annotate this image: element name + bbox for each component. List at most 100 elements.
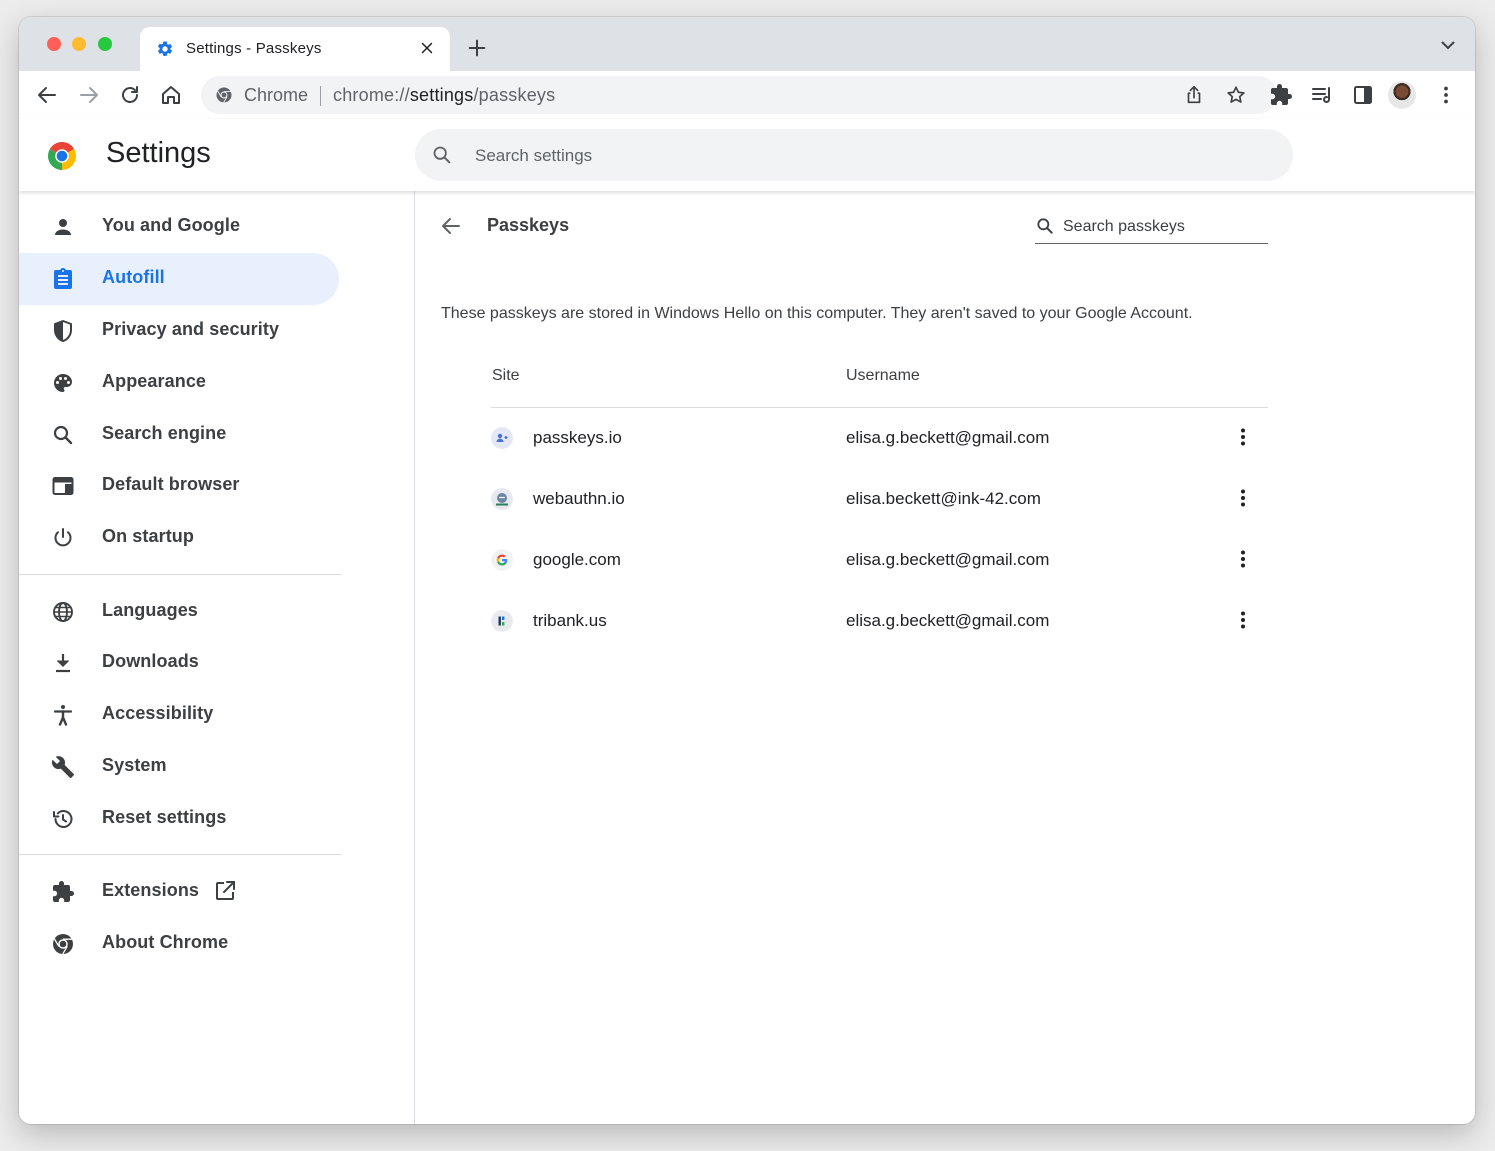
passkeys-title: Passkeys — [487, 215, 570, 235]
table-row: webauthn.io elisa.beckett@ink-42.com — [491, 470, 1268, 530]
sidebar-item-label: Search engine — [102, 423, 227, 443]
column-header-site: Site — [492, 367, 520, 384]
passkey-site: passkeys.io — [533, 428, 622, 447]
sidebar-item-label: Downloads — [102, 651, 199, 671]
sidebar-item-system[interactable]: System — [19, 741, 339, 793]
new-tab-icon[interactable] — [466, 37, 488, 59]
sidebar-item-label: You and Google — [102, 215, 241, 235]
passkeys-page: Passkeys These passkeys are stored in Wi… — [414, 191, 1296, 1124]
shield-icon — [54, 320, 72, 342]
passkey-username: elisa.beckett@ink-42.com — [846, 489, 1041, 508]
zoom-window-button[interactable] — [98, 37, 112, 51]
home-icon[interactable] — [159, 83, 183, 107]
sidebar-item-privacy-and-security[interactable]: Privacy and security — [19, 305, 339, 357]
sidebar-item-autofill[interactable]: Autofill — [19, 253, 339, 305]
passkey-site: tribank.us — [533, 611, 607, 630]
webauthn-favicon — [491, 488, 513, 510]
sidebar-item-label: Autofill — [102, 267, 165, 287]
tab-title: Settings - Passkeys — [186, 40, 322, 57]
sidebar-item-label: Default browser — [102, 474, 240, 494]
more-vert-icon[interactable] — [1434, 83, 1458, 107]
browser-toolbar: Chrome chrome://settings/passkeys — [19, 71, 1475, 120]
more-vert-icon[interactable] — [1231, 425, 1255, 449]
url-scheme: chrome:// — [333, 85, 410, 105]
open-in-new-icon — [216, 881, 235, 900]
sidebar-item-search-engine[interactable]: Search engine — [19, 409, 339, 461]
passkeys-description: These passkeys are stored in Windows Hel… — [441, 305, 1193, 322]
wrench-icon — [51, 756, 74, 778]
clipboard-icon — [54, 268, 72, 289]
close-icon[interactable] — [418, 39, 436, 57]
address-bar[interactable]: Chrome chrome://settings/passkeys — [201, 76, 1277, 114]
search-icon — [1037, 218, 1053, 234]
sidebar-item-label: Languages — [102, 600, 198, 620]
sidebar-item-accessibility[interactable]: Accessibility — [19, 689, 339, 741]
search-settings-input[interactable] — [473, 143, 1237, 169]
download-icon — [56, 654, 70, 673]
right-empty-pane — [1295, 191, 1475, 1124]
url-path: /passkeys — [473, 85, 556, 105]
reload-icon[interactable] — [118, 83, 142, 107]
sidebar-item-on-startup[interactable]: On startup — [19, 512, 339, 564]
sidebar-item-about-chrome[interactable]: About Chrome — [19, 918, 339, 970]
google-favicon — [491, 549, 513, 571]
sidebar-divider — [19, 854, 342, 855]
more-vert-icon[interactable] — [1231, 547, 1255, 571]
search-passkeys-input[interactable] — [1061, 215, 1265, 239]
side-panel-icon[interactable] — [1351, 83, 1375, 107]
table-header-divider — [491, 407, 1268, 408]
address-url: chrome://settings/passkeys — [333, 85, 555, 106]
sidebar-item-extensions[interactable]: Extensions — [19, 866, 339, 918]
page-title: Settings — [106, 137, 211, 169]
sidebar-item-you-and-google[interactable]: You and Google — [19, 201, 339, 253]
active-tab[interactable]: Settings - Passkeys — [140, 27, 450, 71]
sidebar-divider — [19, 574, 342, 575]
forward-arrow-icon[interactable] — [77, 83, 101, 107]
passkey-username: elisa.g.beckett@gmail.com — [846, 611, 1050, 630]
puzzle-icon — [53, 881, 74, 902]
star-icon[interactable] — [1225, 84, 1247, 106]
sidebar-item-default-browser[interactable]: Default browser — [19, 460, 339, 512]
sidebar-item-label: Appearance — [102, 371, 207, 391]
settings-header: Settings — [19, 119, 1475, 191]
back-arrow-icon[interactable] — [439, 214, 463, 238]
url-host: settings — [409, 85, 474, 105]
power-icon — [54, 528, 72, 547]
sidebar-item-label: System — [102, 755, 167, 775]
browser-window: Settings - Passkeys Chrome chrome://sett… — [19, 17, 1475, 1124]
settings-content: You and Google Autofill Privacy and secu… — [19, 191, 1475, 1124]
history-icon — [53, 810, 73, 828]
column-header-username: Username — [846, 367, 920, 384]
address-origin: Chrome — [244, 85, 309, 105]
palette-icon — [54, 374, 72, 392]
sidebar-item-appearance[interactable]: Appearance — [19, 357, 339, 409]
sidebar-item-languages[interactable]: Languages — [19, 586, 339, 638]
avatar[interactable] — [1388, 81, 1416, 109]
sidebar-item-downloads[interactable]: Downloads — [19, 637, 339, 689]
more-vert-icon[interactable] — [1231, 608, 1255, 632]
sidebar-item-label: Accessibility — [102, 703, 214, 723]
passkey-site: webauthn.io — [533, 489, 625, 508]
passkey-site: google.com — [533, 550, 621, 569]
table-row: google.com elisa.g.beckett@gmail.com — [491, 531, 1268, 591]
back-arrow-icon[interactable] — [35, 83, 59, 107]
chevron-down-icon[interactable] — [1441, 40, 1455, 50]
search-passkeys-box[interactable] — [1035, 209, 1268, 244]
sidebar-item-label: Extensions — [102, 880, 200, 900]
search-settings-box[interactable] — [415, 129, 1293, 181]
puzzle-icon[interactable] — [1269, 83, 1293, 107]
sidebar-item-label: Privacy and security — [102, 319, 280, 339]
reading-list-icon[interactable] — [1310, 83, 1334, 107]
passkey-username: elisa.g.beckett@gmail.com — [846, 428, 1050, 447]
chrome-icon — [53, 934, 73, 955]
more-vert-icon[interactable] — [1231, 486, 1255, 510]
sidebar-item-reset-settings[interactable]: Reset settings — [19, 793, 339, 845]
tribank-favicon — [491, 610, 513, 632]
settings-sidebar: You and Google Autofill Privacy and secu… — [19, 191, 359, 1124]
minimize-window-button[interactable] — [72, 37, 86, 51]
passkey-username: elisa.g.beckett@gmail.com — [846, 550, 1050, 569]
tab-strip: Settings - Passkeys — [19, 17, 1475, 71]
share-icon[interactable] — [1183, 84, 1205, 106]
table-row: passkeys.io elisa.g.beckett@gmail.com — [491, 409, 1268, 469]
close-window-button[interactable] — [47, 37, 61, 51]
